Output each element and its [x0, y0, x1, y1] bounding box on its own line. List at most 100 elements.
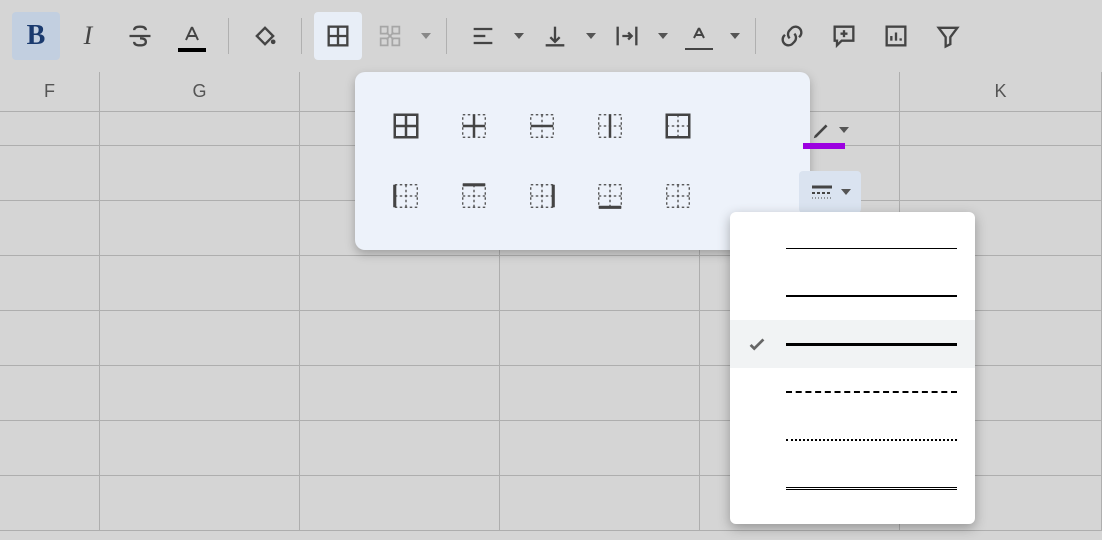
- line-dashed-icon: [786, 391, 957, 393]
- line-thin-icon: [786, 248, 957, 249]
- chevron-down-icon: [839, 127, 849, 133]
- insert-chart-button[interactable]: [872, 12, 920, 60]
- column-header-g[interactable]: G: [100, 72, 300, 112]
- border-left-button[interactable]: [381, 166, 431, 226]
- border-vertical-button[interactable]: [585, 96, 635, 156]
- line-medium-icon: [786, 295, 957, 297]
- cell[interactable]: [300, 366, 500, 421]
- column-header-f[interactable]: F: [0, 72, 100, 112]
- border-right-icon: [527, 181, 557, 211]
- border-bottom-button[interactable]: [585, 166, 635, 226]
- cell[interactable]: [100, 146, 300, 201]
- merge-cells-button: [366, 12, 414, 60]
- border-color-button[interactable]: [799, 109, 861, 151]
- cell[interactable]: [300, 311, 500, 366]
- chevron-down-icon: [730, 33, 740, 39]
- italic-button[interactable]: I: [64, 12, 112, 60]
- cell[interactable]: [100, 311, 300, 366]
- cell[interactable]: [500, 256, 700, 311]
- cell[interactable]: [0, 201, 100, 256]
- strikethrough-button[interactable]: [116, 12, 164, 60]
- cell[interactable]: [500, 421, 700, 476]
- bold-button[interactable]: B: [12, 12, 60, 60]
- insert-comment-button[interactable]: [820, 12, 868, 60]
- border-bottom-icon: [595, 181, 625, 211]
- border-right-button[interactable]: [517, 166, 567, 226]
- border-horizontal-button[interactable]: [517, 96, 567, 156]
- border-style-icon: [809, 185, 835, 199]
- border-style-button[interactable]: [799, 171, 861, 213]
- cell[interactable]: [500, 311, 700, 366]
- rotation-caret[interactable]: [727, 33, 743, 39]
- halign-caret[interactable]: [511, 33, 527, 39]
- border-style-double[interactable]: [730, 464, 975, 512]
- border-top-button[interactable]: [449, 166, 499, 226]
- cell[interactable]: [0, 421, 100, 476]
- cell[interactable]: [300, 476, 500, 531]
- pencil-icon: [811, 119, 833, 141]
- divider: [301, 18, 302, 54]
- link-icon: [778, 22, 806, 50]
- fill-color-icon: [251, 22, 279, 50]
- cell[interactable]: [500, 366, 700, 421]
- text-color-button[interactable]: [168, 12, 216, 60]
- cell[interactable]: [0, 366, 100, 421]
- cell[interactable]: [100, 366, 300, 421]
- border-tools: [799, 109, 861, 213]
- column-header-k[interactable]: K: [900, 72, 1102, 112]
- cell[interactable]: [100, 421, 300, 476]
- cell[interactable]: [100, 476, 300, 531]
- chart-icon: [882, 22, 910, 50]
- valign-bottom-icon: [541, 22, 569, 50]
- merge-caret[interactable]: [418, 33, 434, 39]
- chevron-down-icon: [421, 33, 431, 39]
- vertical-align-button[interactable]: [531, 12, 579, 60]
- border-style-dotted[interactable]: [730, 416, 975, 464]
- border-style-dashed[interactable]: [730, 368, 975, 416]
- text-wrap-button[interactable]: [603, 12, 651, 60]
- text-rotation-button[interactable]: [675, 12, 723, 60]
- cell[interactable]: [0, 146, 100, 201]
- cell[interactable]: [0, 112, 100, 146]
- border-type-grid: [381, 96, 771, 226]
- border-inner-button[interactable]: [449, 96, 499, 156]
- filter-button[interactable]: [924, 12, 972, 60]
- border-style-thin[interactable]: [730, 224, 975, 272]
- formatting-toolbar: B I: [0, 0, 1102, 72]
- text-rotation-icon: [687, 24, 711, 48]
- cell[interactable]: [0, 256, 100, 311]
- border-style-thick[interactable]: [730, 320, 975, 368]
- border-outer-icon: [663, 111, 693, 141]
- cell[interactable]: [0, 476, 100, 531]
- cell[interactable]: [0, 311, 100, 366]
- cell[interactable]: [900, 146, 1102, 201]
- chevron-down-icon: [586, 33, 596, 39]
- border-outer-button[interactable]: [653, 96, 703, 156]
- cell[interactable]: [300, 421, 500, 476]
- border-vertical-icon: [595, 111, 625, 141]
- border-all-button[interactable]: [381, 96, 431, 156]
- fill-color-button[interactable]: [241, 12, 289, 60]
- borders-icon: [324, 22, 352, 50]
- align-left-icon: [469, 22, 497, 50]
- wrap-caret[interactable]: [655, 33, 671, 39]
- insert-link-button[interactable]: [768, 12, 816, 60]
- border-style-medium[interactable]: [730, 272, 975, 320]
- cell[interactable]: [100, 201, 300, 256]
- border-inner-icon: [459, 111, 489, 141]
- cell[interactable]: [900, 112, 1102, 146]
- cell[interactable]: [300, 256, 500, 311]
- border-left-icon: [391, 181, 421, 211]
- cell[interactable]: [100, 112, 300, 146]
- valign-caret[interactable]: [583, 33, 599, 39]
- border-none-button[interactable]: [653, 166, 703, 226]
- cell[interactable]: [100, 256, 300, 311]
- horizontal-align-button[interactable]: [459, 12, 507, 60]
- line-thick-icon: [786, 343, 957, 346]
- chevron-down-icon: [514, 33, 524, 39]
- cell[interactable]: [500, 476, 700, 531]
- text-color-swatch: [178, 48, 206, 52]
- rotation-underline: [685, 48, 713, 50]
- borders-button[interactable]: [314, 12, 362, 60]
- border-horizontal-icon: [527, 111, 557, 141]
